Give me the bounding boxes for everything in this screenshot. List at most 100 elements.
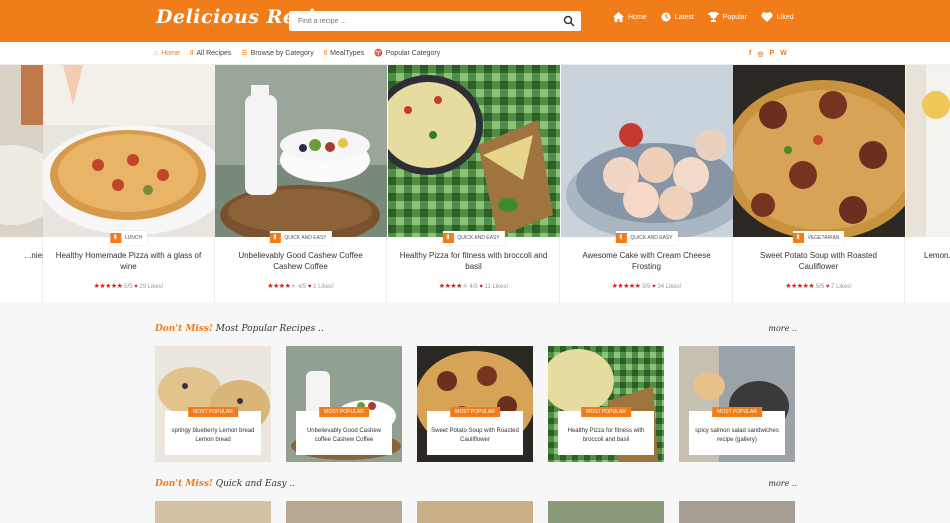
recipe-meta: ★★★★★ 5/5 ♥ 34 Likes!	[561, 282, 732, 290]
recipe-card[interactable]	[155, 501, 271, 523]
section-heading: Quick and Easy ..	[215, 479, 296, 489]
nav-liked-label: Liked	[776, 13, 794, 21]
nav-latest[interactable]: Latest	[661, 12, 694, 22]
rating-stars: ★★★★★	[611, 283, 641, 290]
pinterest-icon[interactable]: P	[769, 50, 774, 58]
recipe-card[interactable]: MOST POPULAR Sweet Potato Soup with Roast…	[417, 346, 533, 462]
recipe-title[interactable]: Awesome Cake with Cream Cheese Frosting	[571, 250, 722, 272]
likes-count: 11 Likes!	[484, 284, 509, 290]
likes-count: 29 Likes!	[139, 284, 164, 290]
utensils-icon: Ⅱ	[109, 233, 121, 243]
recipe-meta: ★★★★★ 4/5 ♥ 11 Likes!	[388, 282, 559, 290]
carousel-slide[interactable]: Ⅱ VEGETARIAN Sweet Potato Soup with Roast…	[733, 65, 905, 303]
top-nav: Home Latest Popular Liked	[613, 12, 794, 22]
recipe-card[interactable]: MOST POPULAR springy blueberry Lemon brea…	[155, 346, 271, 462]
carousel-slide[interactable]: Lemon...	[906, 65, 950, 303]
heart-icon: ♥	[479, 284, 483, 290]
search-input[interactable]	[298, 14, 548, 28]
recipe-title[interactable]: Healthy Pizza for fitness with broccoli …	[398, 250, 549, 272]
carousel-slide[interactable]: Ⅱ QUICK AND EASY Unbelievably Good Cashew…	[215, 65, 387, 303]
rating-stars: ★★★★★	[785, 283, 815, 290]
category-tag[interactable]: Ⅱ QUICK AND EASY	[615, 231, 678, 245]
recipe-image	[388, 65, 560, 237]
likes-count: 1 Likes!	[313, 284, 334, 290]
instagram-icon[interactable]: ◎	[757, 50, 763, 58]
section-heading: Most Popular Recipes ..	[215, 324, 324, 334]
heart-icon: ♥	[652, 284, 656, 290]
popular-badge: MOST POPULAR	[581, 407, 631, 417]
menu-browse-category[interactable]: ☰ Browse by Category	[241, 49, 313, 58]
recipe-card[interactable]	[286, 501, 402, 523]
main-menu: ⌂ Home Ⅱ All Recipes ☰ Browse by Category Ⅱ…	[154, 49, 441, 58]
menu-mealtypes-label: MealTypes	[330, 49, 365, 57]
menu-popular-category-label: Popular Category	[385, 49, 441, 57]
recipe-card[interactable]	[417, 501, 533, 523]
nav-home[interactable]: Home	[613, 12, 647, 22]
home-icon	[613, 12, 624, 22]
trophy-icon: ♈	[374, 50, 383, 57]
likes-count: 7 Likes!	[831, 284, 852, 290]
menu-home[interactable]: ⌂ Home	[154, 49, 180, 57]
category-label: QUICK AND EASY	[630, 235, 673, 241]
recipe-image	[0, 65, 43, 237]
nav-popular-label: Popular	[722, 13, 747, 21]
carousel-slide[interactable]: Ⅱ QUICK AND EASY Healthy Pizza for fitnes…	[388, 65, 560, 303]
category-tag[interactable]: Ⅱ QUICK AND EASY	[442, 231, 505, 245]
menu-all-recipes-label: All Recipes	[196, 49, 232, 57]
heart-icon: ♥	[307, 284, 312, 290]
most-popular-section: Don't Miss! Most Popular Recipes .. more…	[155, 324, 797, 464]
category-label: VEGETARIAN	[807, 235, 840, 241]
popular-badge: MOST POPULAR	[450, 407, 500, 417]
recipe-title[interactable]: Lemon...	[924, 250, 950, 261]
recipe-title[interactable]: Unbelievably Good Cashew Coffee Cashew C…	[225, 250, 376, 272]
more-link[interactable]: more ..	[768, 479, 797, 488]
menu-mealtypes[interactable]: Ⅱ MealTypes	[323, 49, 365, 58]
recipe-card[interactable]	[548, 501, 664, 523]
card-label: MOST POPULAR Healthy Pizza for fitness wi…	[558, 407, 654, 455]
nav-home-label: Home	[628, 13, 647, 21]
recipe-title[interactable]: Sweet Potato Soup with Roasted Cauliflow…	[743, 250, 894, 272]
nav-liked[interactable]: Liked	[761, 12, 794, 22]
heart-icon: ♥	[825, 284, 830, 290]
search-box[interactable]	[289, 11, 581, 31]
rating-text: 5/5	[124, 284, 133, 290]
clock-icon	[661, 12, 671, 22]
recipe-meta: ★★★★★ 5/5 ♥ 7 Likes!	[733, 282, 904, 290]
card-label: MOST POPULAR Sweet Potato Soup with Roast…	[427, 407, 523, 455]
utensils-icon: Ⅱ	[442, 233, 454, 243]
menu-all-recipes[interactable]: Ⅱ All Recipes	[189, 49, 232, 58]
utensils-icon: Ⅱ	[323, 50, 328, 57]
category-tag[interactable]: Ⅱ LUNCH	[109, 231, 148, 245]
whatsapp-icon[interactable]: W	[780, 50, 787, 58]
recipe-card[interactable]	[679, 501, 795, 523]
menu-popular-category[interactable]: ♈ Popular Category	[374, 49, 441, 58]
recipe-image	[561, 65, 733, 237]
carousel-slide[interactable]: Ⅱ QUICK AND EASY Awesome Cake with Cream …	[561, 65, 733, 303]
category-tag[interactable]: Ⅱ VEGETARIAN	[792, 231, 845, 245]
facebook-icon[interactable]: f	[749, 50, 751, 58]
carousel-slide[interactable]: Ⅱ LUNCH Healthy Homemade Pizza with a gla…	[43, 65, 215, 303]
card-title[interactable]: Sweet Potato Soup with Roasted Cauliflow…	[431, 427, 519, 445]
rating-text: 5/5	[815, 284, 825, 290]
carousel-slide[interactable]: ...nies	[0, 65, 46, 303]
recipe-card[interactable]: MOST POPULAR Healthy Pizza for fitness wi…	[548, 346, 664, 462]
rating-stars: ★★★★★	[438, 283, 468, 290]
section-accent: Don't Miss!	[155, 479, 213, 489]
nav-latest-label: Latest	[674, 13, 694, 21]
recipe-card[interactable]: MOST POPULAR Unbelievably Good Cashew cof…	[286, 346, 402, 462]
card-title[interactable]: spicy salmon salad sandwiches recipe (ga…	[693, 427, 781, 445]
card-title[interactable]: springy blueberry Lemon bread Lemon brea…	[169, 427, 257, 445]
nav-popular[interactable]: Popular	[707, 12, 747, 22]
recipe-title[interactable]: Healthy Homemade Pizza with a glass of w…	[53, 250, 204, 272]
category-menu-bar: ⌂ Home Ⅱ All Recipes ☰ Browse by Category Ⅱ…	[0, 42, 950, 65]
utensils-icon: Ⅱ	[189, 50, 194, 57]
category-tag[interactable]: Ⅱ QUICK AND EASY	[269, 231, 332, 245]
recipe-card[interactable]: MOST POPULAR spicy salmon salad sandwiche…	[679, 346, 795, 462]
recipe-image	[906, 65, 950, 237]
search-icon[interactable]	[563, 15, 575, 27]
utensils-icon: Ⅱ	[615, 233, 627, 243]
more-link[interactable]: more ..	[768, 324, 797, 333]
card-title[interactable]: Healthy Pizza for fitness with broccoli …	[562, 427, 650, 445]
popular-badge: MOST POPULAR	[188, 407, 238, 417]
card-title[interactable]: Unbelievably Good Cashew coffee Cashew C…	[300, 427, 388, 445]
